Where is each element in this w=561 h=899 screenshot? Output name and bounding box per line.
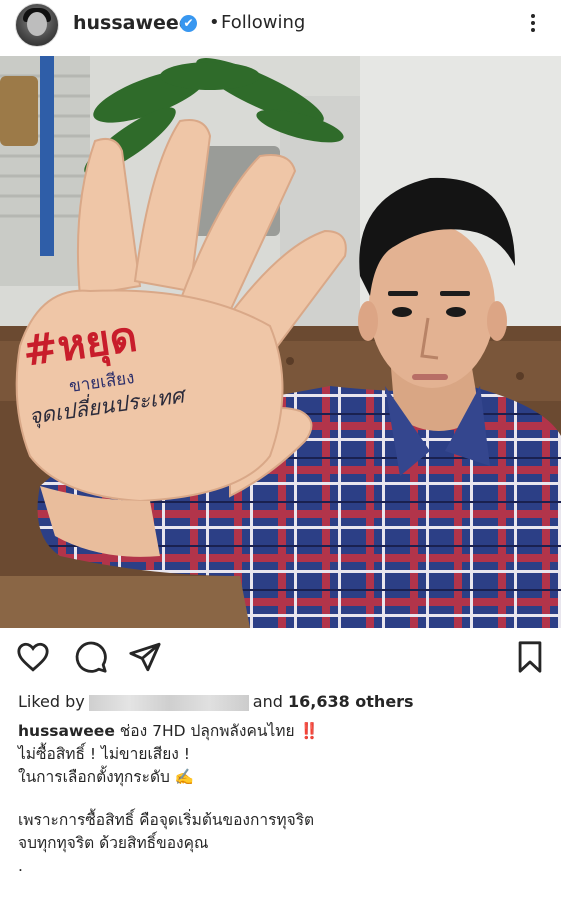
comment-icon[interactable] [74, 640, 108, 674]
share-icon[interactable] [128, 640, 162, 674]
liked-by-label: Liked by [18, 692, 85, 711]
liked-by-and: and [252, 692, 283, 711]
post-caption: hussaweee ช่อง 7HD ปลุกพลังคนไทย ‼️ ไม่ซ… [18, 720, 548, 878]
post-image[interactable]: #หยุด ขายเสียง จุดเปลี่ยนประเทศ [0, 56, 561, 628]
caption-text: ช่อง 7HD ปลุกพลังคนไทย [119, 722, 295, 740]
liked-by-user-blurred[interactable] [88, 694, 249, 711]
more-options-icon[interactable] [526, 11, 540, 37]
separator-dot: • [209, 12, 220, 33]
likes-count-link[interactable]: 16,638 others [288, 692, 414, 711]
caption-line-1: hussaweee ช่อง 7HD ปลุกพลังคนไทย ‼️ [18, 720, 548, 743]
following-button[interactable]: Following [221, 12, 305, 33]
avatar[interactable] [15, 3, 59, 47]
caption-line-4: เพราะการซื้อสิทธิ์ คือจุดเริ่มต้นของการท… [18, 811, 315, 829]
double-exclamation-icon: ‼️ [299, 722, 319, 740]
username-link[interactable]: hussaweee [73, 12, 192, 34]
post-photo-illustration: #หยุด ขายเสียง จุดเปลี่ยนประเทศ [0, 56, 561, 628]
bookmark-icon[interactable] [513, 640, 547, 674]
verified-badge-icon: ✔ [180, 15, 197, 32]
caption-line-6: . [18, 857, 23, 875]
caption-line-5: จบทุกทุจริต ด้วยสิทธิ์ของคุณ [18, 834, 209, 852]
post-actions [0, 640, 561, 680]
caption-line-2: ไม่ซื้อสิทธิ์ ! ไม่ขายเสียง ! [18, 745, 190, 763]
caption-line-3: ในการเลือกตั้งทุกระดับ ✍️ [18, 768, 195, 786]
likes-summary: Liked by and 16,638 others [18, 692, 414, 711]
post-header: hussaweee ✔ • Following [0, 0, 561, 56]
heart-icon[interactable] [16, 640, 50, 674]
caption-username-link[interactable]: hussaweee [18, 722, 115, 740]
